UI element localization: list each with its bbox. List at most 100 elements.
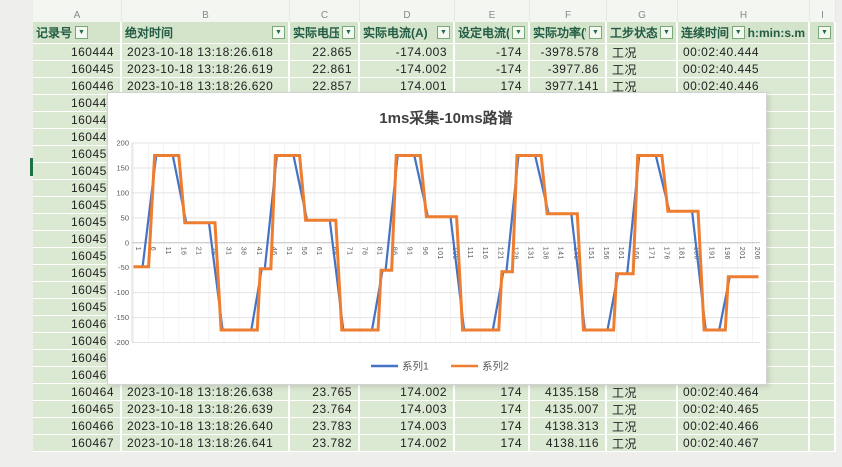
cell-col9[interactable] [810,282,836,299]
y-axis-tick-label: -100 [114,288,129,297]
column-letter-H[interactable]: H [678,0,810,22]
cell-col8[interactable]: 00:02:40.467 [678,435,810,452]
cell-col1[interactable]: 160466 [33,418,122,435]
cell-col8[interactable]: 00:02:40.444 [678,44,810,61]
cell-col2[interactable]: 2023-10-18 13:18:26.639 [122,401,290,418]
filter-dropdown-icon[interactable]: ▼ [342,26,355,39]
cell-col4[interactable]: 174.002 [360,435,455,452]
cell-col1[interactable]: 160464 [33,384,122,401]
cell-col3[interactable]: 23.783 [290,418,360,435]
cell-col6[interactable]: 4135.158 [530,384,607,401]
cell-col9[interactable] [810,384,836,401]
cell-col1[interactable]: 160465 [33,401,122,418]
cell-col4[interactable]: 174.002 [360,384,455,401]
cell-col9[interactable] [810,44,836,61]
cell-col5[interactable]: -174 [455,44,530,61]
cell-col9[interactable] [810,299,836,316]
cell-col6[interactable]: 4138.313 [530,418,607,435]
cell-col7[interactable]: 工况 [607,418,678,435]
cell-col4[interactable]: -174.003 [360,44,455,61]
filter-dropdown-icon[interactable]: ▼ [512,26,525,39]
cell-col9[interactable] [810,163,836,180]
cell-col3[interactable]: 23.764 [290,401,360,418]
column-letter-D[interactable]: D [360,0,455,22]
cell-col8[interactable]: 00:02:40.466 [678,418,810,435]
cell-col9[interactable] [810,401,836,418]
cell-col9[interactable] [810,78,836,95]
column-letter-I[interactable]: I [810,0,836,22]
cell-col1[interactable]: 160467 [33,435,122,452]
cell-col5[interactable]: 174 [455,435,530,452]
x-axis-tick-label: 21 [194,247,201,256]
cell-col9[interactable] [810,265,836,282]
cell-col2[interactable]: 2023-10-18 13:18:26.640 [122,418,290,435]
cell-col8[interactable]: 00:02:40.445 [678,61,810,78]
cell-col9[interactable] [810,316,836,333]
cell-col2[interactable]: 2023-10-18 13:18:26.641 [122,435,290,452]
cell-col7[interactable]: 工况 [607,401,678,418]
cell-col5[interactable]: 174 [455,384,530,401]
column-letter-G[interactable]: G [607,0,678,22]
cell-col9[interactable] [810,350,836,367]
column-letter-E[interactable]: E [455,0,530,22]
filter-dropdown-icon[interactable]: ▼ [818,26,831,39]
cell-col9[interactable] [810,435,836,452]
filter-dropdown-icon[interactable]: ▼ [589,26,602,39]
cell-col4[interactable]: -174.002 [360,61,455,78]
cell-col9[interactable] [810,248,836,265]
filter-dropdown-icon[interactable]: ▼ [660,26,673,39]
column-header-3: 实际电压▼ [290,22,360,44]
cell-col2[interactable]: 2023-10-18 13:18:26.618 [122,44,290,61]
cell-col7[interactable]: 工况 [607,435,678,452]
cell-col5[interactable]: -174 [455,61,530,78]
filter-dropdown-icon[interactable]: ▼ [272,26,285,39]
cell-col5[interactable]: 174 [455,418,530,435]
cell-col9[interactable] [810,146,836,163]
x-axis-tick-label: 56 [300,247,307,256]
cell-col6[interactable]: 4138.116 [530,435,607,452]
cell-col2[interactable]: 2023-10-18 13:18:26.619 [122,61,290,78]
cell-col9[interactable] [810,214,836,231]
filter-dropdown-icon[interactable]: ▼ [437,26,450,39]
cell-col9[interactable] [810,231,836,248]
cell-col3[interactable]: 23.782 [290,435,360,452]
chart-overlay[interactable]: 200150100500-50-100-150-2001611162126313… [107,92,767,385]
column-letter-F[interactable]: F [530,0,607,22]
cell-col9[interactable] [810,95,836,112]
cell-col9[interactable] [810,197,836,214]
cell-col2[interactable]: 2023-10-18 13:18:26.638 [122,384,290,401]
column-header-label: 连续时间 [681,24,729,41]
legend-label-1[interactable]: 系列1 [402,360,429,373]
column-letter-A[interactable]: A [33,0,122,22]
legend-label-2[interactable]: 系列2 [482,360,509,373]
cell-col7[interactable]: 工况 [607,61,678,78]
cell-col7[interactable]: 工况 [607,44,678,61]
column-letter-C[interactable]: C [290,0,360,22]
cell-col6[interactable]: -3977.86 [530,61,607,78]
cell-col9[interactable] [810,112,836,129]
y-axis-tick-label: -50 [118,263,129,272]
column-letters-row: ABCDEFGHI [33,0,836,22]
cell-col9[interactable] [810,129,836,146]
cell-col9[interactable] [810,418,836,435]
cell-col1[interactable]: 160445 [33,61,122,78]
cell-col7[interactable]: 工况 [607,384,678,401]
cell-col5[interactable]: 174 [455,401,530,418]
cell-col9[interactable] [810,333,836,350]
cell-col1[interactable]: 160444 [33,44,122,61]
cell-col6[interactable]: -3978.578 [530,44,607,61]
filter-dropdown-icon[interactable]: ▼ [732,26,745,39]
cell-col8[interactable]: 00:02:40.464 [678,384,810,401]
cell-col9[interactable] [810,61,836,78]
cell-col9[interactable] [810,180,836,197]
cell-col4[interactable]: 174.003 [360,418,455,435]
cell-col8[interactable]: 00:02:40.465 [678,401,810,418]
cell-col4[interactable]: 174.003 [360,401,455,418]
filter-dropdown-icon[interactable]: ▼ [75,26,88,39]
cell-col9[interactable] [810,367,836,384]
cell-col3[interactable]: 23.765 [290,384,360,401]
cell-col3[interactable]: 22.865 [290,44,360,61]
cell-col6[interactable]: 4135.007 [530,401,607,418]
column-letter-B[interactable]: B [122,0,290,22]
cell-col3[interactable]: 22.861 [290,61,360,78]
